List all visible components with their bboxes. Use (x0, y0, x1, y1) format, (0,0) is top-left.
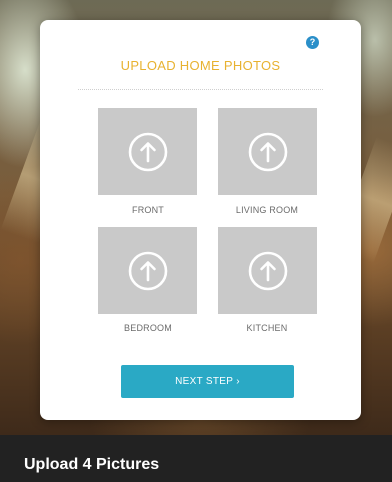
upload-tile-bedroom[interactable] (98, 227, 197, 314)
upload-tile-living-room[interactable] (218, 108, 317, 195)
upload-tile-front[interactable] (98, 108, 197, 195)
upload-dialog (40, 20, 361, 420)
upload-arrow-icon (248, 251, 287, 290)
next-step-button[interactable]: NEXT STEP › (121, 365, 294, 398)
next-step-label: NEXT STEP (175, 376, 234, 387)
caption-text: Upload 4 Pictures (24, 456, 160, 473)
help-icon[interactable]: ? (306, 36, 319, 49)
slot-label-kitchen: KITCHEN (246, 323, 288, 333)
upload-arrow-icon (128, 132, 167, 171)
upload-arrow-icon (128, 251, 167, 290)
upload-arrow-icon (248, 132, 287, 171)
slot-label-living-room: LIVING ROOM (235, 205, 299, 215)
dotted-divider (78, 89, 323, 90)
chevron-right-icon: › (236, 376, 240, 387)
upload-tile-kitchen[interactable] (218, 227, 317, 314)
dialog-title: UPLOAD HOME PHOTOS (120, 58, 281, 73)
slot-label-bedroom: BEDROOM (124, 323, 172, 333)
slot-label-front: FRONT (132, 205, 164, 215)
